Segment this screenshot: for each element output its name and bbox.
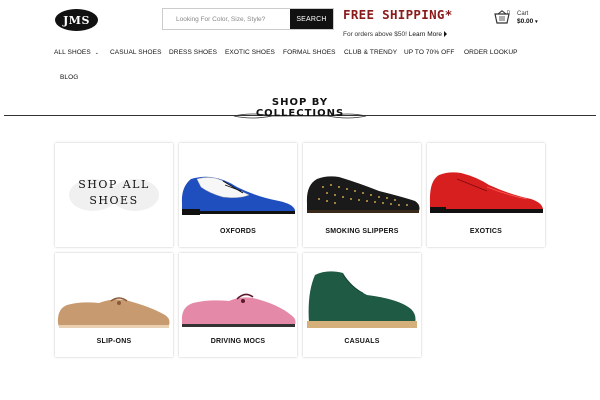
collection-tile-shop-all[interactable]: SHOP ALL SHOES [55,143,173,247]
collection-tile-slip-ons[interactable]: SLIP-ONS [55,253,173,357]
slip-on-shoe-image [57,297,170,328]
collection-tile-oxfords[interactable]: OXFORDS [179,143,297,247]
free-shipping-text: For orders above $50! [343,31,407,38]
nav-blog[interactable]: BLOG [60,74,78,81]
collection-tile-casuals[interactable]: CASUALS [303,253,421,357]
nav-all-shoes[interactable]: ALL SHOES ⌄ [54,49,99,56]
chevron-down-icon: ⌄ [94,50,100,56]
collection-label: SMOKING SLIPPERS [325,228,399,235]
nav-order-lookup[interactable]: ORDER LOOKUP [464,49,518,56]
cart-total[interactable]: $0.00 ▾ [517,18,538,25]
driving-moc-shoe-image [181,293,296,327]
cart-count: 0 [507,10,510,16]
section-title-line1: SHOP BY [271,97,329,108]
play-arrow-icon [444,31,448,38]
nav-exotic-shoes[interactable]: EXOTIC SHOES [225,49,275,56]
collection-tile-driving-mocs[interactable]: DRIVING MOCS [179,253,297,357]
oxford-shoe-image [181,176,295,215]
search-input[interactable] [163,9,290,29]
logo-text: JMS [63,13,90,27]
nav-dress-shoes[interactable]: DRESS SHOES [169,49,217,56]
casual-boot-image [307,271,417,328]
cart-total-value: $0.00 [517,18,534,25]
chevron-down-icon: ▾ [535,19,538,25]
collection-label: CASUALS [344,338,380,345]
collection-tile-smoking-slippers[interactable]: SMOKING SLIPPERS [303,143,421,247]
search-bar: SEARCH [162,8,334,30]
shop-all-text: SHOP ALL SHOES [55,177,173,209]
nav-up-to-70-off[interactable]: UP TO 70% OFF [404,49,454,56]
cart-label[interactable]: Cart [517,11,528,17]
collection-label: EXOTICS [469,228,503,235]
nav-formal-shoes[interactable]: FORMAL SHOES [283,49,336,56]
slipper-shoe-image [306,176,420,213]
nav-label: ALL SHOES [54,49,91,56]
search-button[interactable]: SEARCH [290,9,333,29]
shop-all-line2: SHOES [89,194,139,207]
collection-label: DRIVING MOCS [210,338,266,345]
learn-more-link[interactable]: Learn More [409,31,442,38]
logo[interactable]: JMS [55,9,98,31]
shop-all-line1: SHOP ALL [78,178,150,191]
nav-club-trendy[interactable]: CLUB & TRENDY [344,49,397,56]
free-shipping-subtitle: For orders above $50! Learn More [343,31,448,38]
collection-label: SLIP-ONS [96,338,132,345]
section-title: SHOP BY COLLECTIONS [0,97,600,120]
collection-label: OXFORDS [219,228,256,235]
collection-tile-exotics[interactable]: EXOTICS [427,143,545,247]
section-title-line2: COLLECTIONS [255,108,345,119]
exotic-shoe-image [429,172,543,213]
nav-casual-shoes[interactable]: CASUAL SHOES [110,49,162,56]
free-shipping-title: FREE SHIPPING* [343,7,453,22]
